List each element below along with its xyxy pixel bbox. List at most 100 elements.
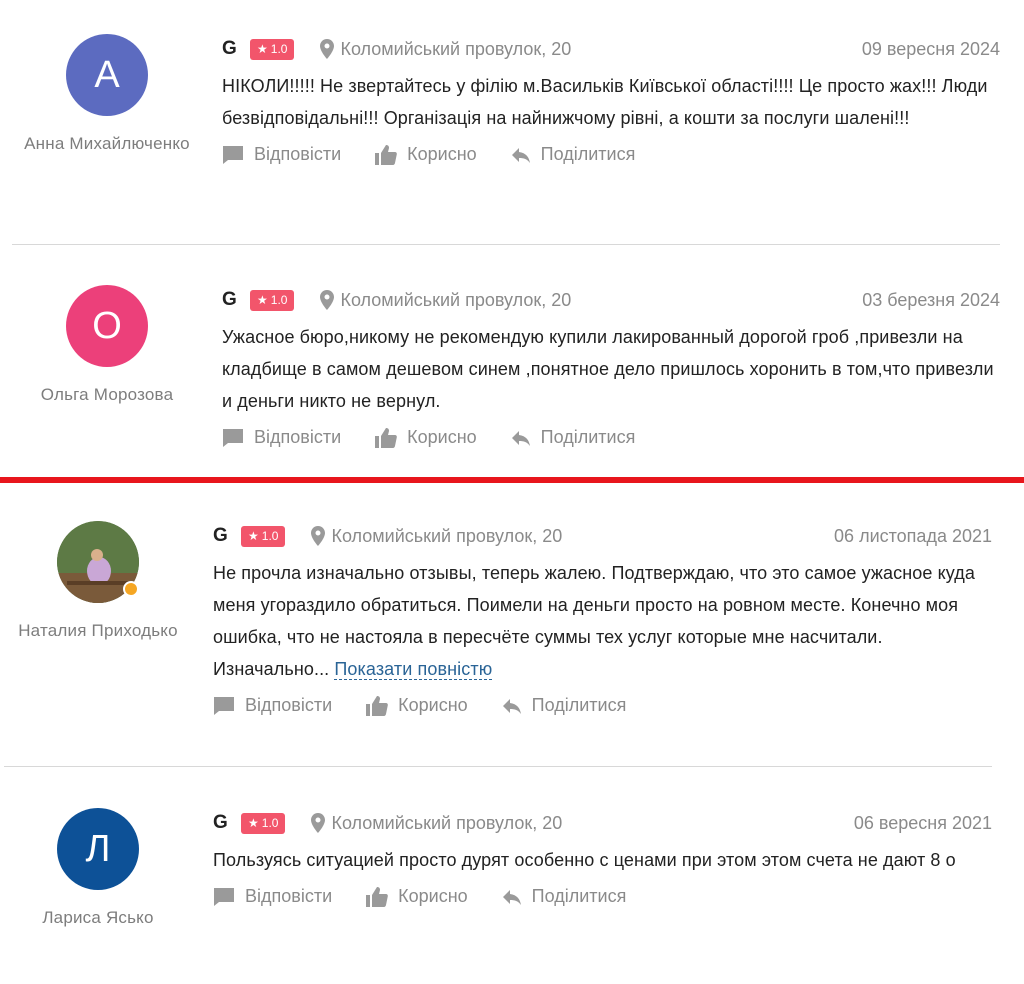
review-meta: G ★ 1.0 Коломийський провулок, 20 03 бер… xyxy=(222,287,1000,313)
author-name[interactable]: Наталия Приходько xyxy=(3,621,193,641)
location-text: Коломийський провулок, 20 xyxy=(340,38,572,59)
divider xyxy=(12,244,1000,245)
share-label: Поділитися xyxy=(531,886,627,906)
reply-button[interactable]: Відповісти xyxy=(222,427,341,448)
badge-icon xyxy=(123,581,139,597)
review-actions: Відповісти Корисно Поділитися xyxy=(213,695,992,716)
avatar-photo[interactable] xyxy=(57,521,139,603)
review-content: G ★ 1.0 Коломийський провулок, 20 06 вер… xyxy=(213,810,992,907)
location[interactable]: Коломийський провулок, 20 xyxy=(311,526,562,547)
review-author: Наталия Приходько xyxy=(3,521,193,641)
location-text: Коломийський провулок, 20 xyxy=(331,812,563,833)
author-name[interactable]: Ольга Морозова xyxy=(12,385,202,405)
share-arrow-icon xyxy=(502,698,521,714)
review-date: 09 вересня 2024 xyxy=(861,38,1000,59)
share-button[interactable]: Поділитися xyxy=(511,427,636,448)
review-text-block: Не прочла изначально отзывы, теперь жале… xyxy=(213,557,992,685)
useful-label: Корисно xyxy=(407,144,477,164)
rating-value: 1.0 xyxy=(261,816,279,830)
review-author: Л Лариса Ясько xyxy=(3,808,193,928)
review-author: О Ольга Морозова xyxy=(12,285,202,405)
useful-label: Корисно xyxy=(398,886,468,906)
share-button[interactable]: Поділитися xyxy=(502,695,627,716)
thumbs-up-icon xyxy=(375,144,397,165)
location[interactable]: Коломийський провулок, 20 xyxy=(320,290,571,311)
share-arrow-icon xyxy=(511,430,530,446)
useful-button[interactable]: Корисно xyxy=(375,427,477,448)
reply-button[interactable]: Відповісти xyxy=(213,695,332,716)
location-pin-icon xyxy=(320,290,335,310)
useful-label: Корисно xyxy=(398,695,468,715)
review-meta: G ★ 1.0 Коломийський провулок, 20 06 лис… xyxy=(213,523,992,549)
share-button[interactable]: Поділитися xyxy=(511,144,636,165)
rating-badge: ★ 1.0 xyxy=(241,525,286,547)
reply-button[interactable]: Відповісти xyxy=(213,886,332,907)
location[interactable]: Коломийський провулок, 20 xyxy=(320,39,571,60)
rating-badge: ★ 1.0 xyxy=(250,289,295,311)
author-name[interactable]: Анна Михайлюченко xyxy=(12,134,202,154)
avatar[interactable]: А xyxy=(66,34,148,116)
reply-label: Відповісти xyxy=(245,695,333,715)
google-source-icon: G xyxy=(222,289,237,310)
google-source-icon: G xyxy=(213,812,228,833)
location-pin-icon xyxy=(311,813,326,833)
show-more-link[interactable]: Показати повністю xyxy=(334,659,493,680)
star-icon: ★ xyxy=(257,42,268,56)
share-arrow-icon xyxy=(511,147,530,163)
thumbs-up-icon xyxy=(366,886,388,907)
thumbs-up-icon xyxy=(375,427,397,448)
rating-value: 1.0 xyxy=(270,293,288,307)
comment-icon xyxy=(214,696,234,715)
rating-value: 1.0 xyxy=(261,529,279,543)
share-label: Поділитися xyxy=(540,427,636,447)
star-icon: ★ xyxy=(248,816,259,830)
useful-label: Корисно xyxy=(407,427,477,447)
reply-label: Відповісти xyxy=(254,427,342,447)
avatar[interactable]: Л xyxy=(57,808,139,890)
review-actions: Відповісти Корисно Поділитися xyxy=(213,886,992,907)
location-pin-icon xyxy=(320,39,335,59)
reply-label: Відповісти xyxy=(254,144,342,164)
review-text: Ужасное бюро,никому не рекомендую купили… xyxy=(222,327,994,411)
red-separator-line xyxy=(0,477,1024,483)
review-text: Не прочла изначально отзывы, теперь жале… xyxy=(213,563,976,679)
review-meta: G ★ 1.0 Коломийський провулок, 20 09 вер… xyxy=(222,36,1000,62)
review-content: G ★ 1.0 Коломийський провулок, 20 09 вер… xyxy=(222,36,1000,165)
share-button[interactable]: Поділитися xyxy=(502,886,627,907)
review-content: G ★ 1.0 Коломийський провулок, 20 06 лис… xyxy=(213,523,992,716)
rating-value: 1.0 xyxy=(270,42,288,56)
location-text: Коломийський провулок, 20 xyxy=(340,289,572,310)
useful-button[interactable]: Корисно xyxy=(375,144,477,165)
useful-button[interactable]: Корисно xyxy=(366,695,468,716)
thumbs-up-icon xyxy=(366,695,388,716)
star-icon: ★ xyxy=(248,529,259,543)
review-author: А Анна Михайлюченко xyxy=(12,34,202,154)
review-date: 06 вересня 2021 xyxy=(853,812,992,833)
divider xyxy=(4,766,992,767)
rating-badge: ★ 1.0 xyxy=(241,812,286,834)
review-date: 06 листопада 2021 xyxy=(834,525,992,546)
location-pin-icon xyxy=(311,526,326,546)
google-source-icon: G xyxy=(222,38,237,59)
author-name[interactable]: Лариса Ясько xyxy=(3,908,193,928)
comment-icon xyxy=(223,145,243,164)
review-text: НІКОЛИ!!!!! Не звертайтесь у філію м.Вас… xyxy=(222,76,988,128)
comment-icon xyxy=(214,887,234,906)
star-icon: ★ xyxy=(257,293,268,307)
review-date: 03 березня 2024 xyxy=(862,289,1000,310)
reply-button[interactable]: Відповісти xyxy=(222,144,341,165)
share-label: Поділитися xyxy=(540,144,636,164)
rating-badge: ★ 1.0 xyxy=(250,38,295,60)
useful-button[interactable]: Корисно xyxy=(366,886,468,907)
location-text: Коломийський провулок, 20 xyxy=(331,525,563,546)
review-text: Пользуясь ситуацией просто дурят особенн… xyxy=(213,850,956,870)
reply-label: Відповісти xyxy=(245,886,333,906)
location[interactable]: Коломийський провулок, 20 xyxy=(311,813,562,834)
avatar[interactable]: О xyxy=(66,285,148,367)
share-label: Поділитися xyxy=(531,695,627,715)
share-arrow-icon xyxy=(502,889,521,905)
review-actions: Відповісти Корисно Поділитися xyxy=(222,144,1000,165)
comment-icon xyxy=(223,428,243,447)
google-source-icon: G xyxy=(213,525,228,546)
review-actions: Відповісти Корисно Поділитися xyxy=(222,427,1000,448)
